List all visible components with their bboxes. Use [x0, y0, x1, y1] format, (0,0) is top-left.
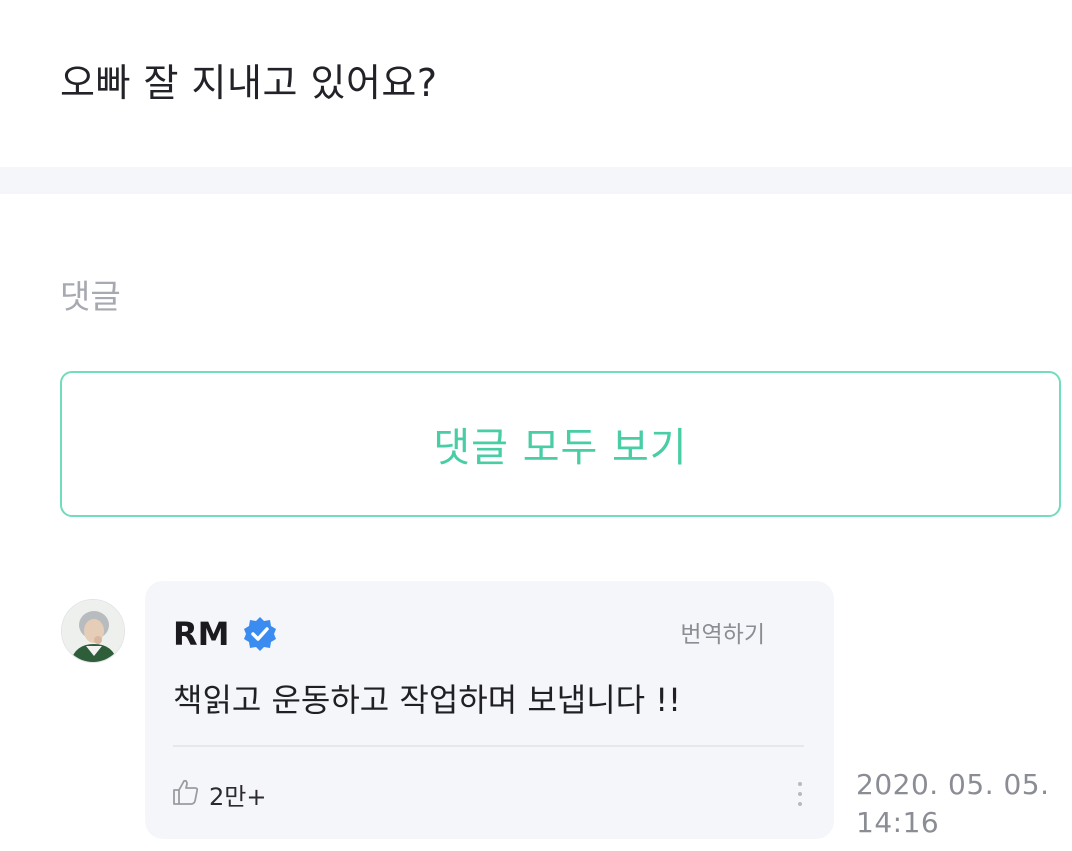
view-all-comments-label: 댓글 모두 보기: [433, 425, 688, 471]
comment-time: 14:16: [856, 806, 940, 839]
more-options-icon[interactable]: [793, 779, 807, 809]
comment-author-name[interactable]: RM: [173, 615, 229, 653]
comment-date: 2020. 05. 05.: [856, 768, 1050, 801]
post-text: 오빠 잘 지내고 있어요?: [60, 61, 438, 105]
avatar-image: [62, 600, 124, 662]
comment-body: 책읽고 운동하고 작업하며 보냅니다 !!: [173, 681, 681, 719]
comment-timestamp: 2020. 05. 05. 14:16: [856, 766, 1066, 842]
comment-card: RM 번역하기 책읽고 운동하고 작업하며 보냅니다 !! 2만+: [145, 581, 834, 839]
avatar[interactable]: [61, 599, 125, 663]
verified-badge-icon: [244, 617, 276, 651]
section-divider: [0, 167, 1072, 194]
translate-link[interactable]: 번역하기: [680, 615, 765, 649]
view-all-comments-button[interactable]: 댓글 모두 보기: [60, 371, 1061, 517]
comment-divider: [173, 745, 804, 747]
thumbs-up-icon[interactable]: [171, 777, 201, 807]
comments-section-title: 댓글: [60, 277, 121, 316]
like-count: 2만+: [209, 783, 267, 811]
